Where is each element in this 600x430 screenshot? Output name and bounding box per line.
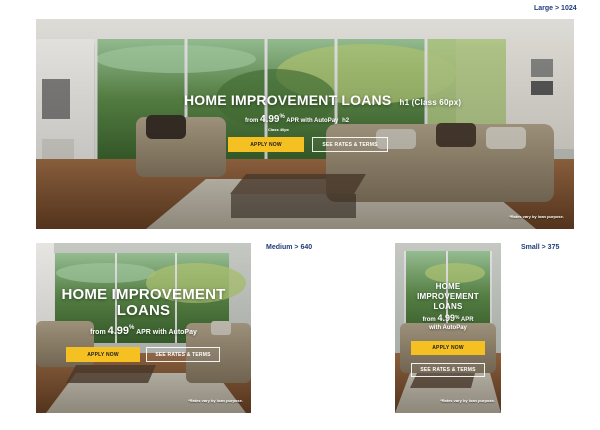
rate-suffix: APR with AutoPay	[286, 118, 339, 124]
class-note: Class 40px	[268, 127, 289, 132]
see-rates-button[interactable]: SEE RATES & TERMS	[411, 363, 485, 377]
apply-now-button[interactable]: APPLY NOW	[411, 341, 485, 355]
rate-prefix: from	[422, 317, 436, 323]
hero-large: HOME IMPROVEMENT LOANS h1 (Class 60px) f…	[36, 19, 574, 229]
apply-now-button[interactable]: APPLY NOW	[66, 347, 140, 362]
breakpoint-label-large: Large > 1024	[534, 5, 577, 12]
rate-suffix: APR with AutoPay	[136, 329, 197, 336]
hero-title-small-line2: IMPROVEMENT	[417, 292, 479, 301]
hero-title-small-line1: HOME	[435, 282, 461, 291]
h1-note: h1 (Class 60px)	[399, 98, 462, 107]
rate-percent: %	[129, 325, 135, 331]
hero-title-large: HOME IMPROVEMENT LOANS	[184, 92, 392, 108]
hero-title-medium-line2: LOANS	[116, 302, 171, 319]
breakpoint-label-small: Small > 375	[521, 244, 559, 251]
rate-line-small: from 4.99% APR with AutoPay	[422, 313, 474, 332]
rate-line-large: from 4.99% APR with AutoPay h2	[245, 114, 349, 125]
see-rates-button[interactable]: SEE RATES & TERMS	[312, 137, 388, 152]
hero-title-small-line3: LOANS	[433, 302, 463, 311]
rate-percent: %	[454, 315, 460, 321]
hero-medium: HOME IMPROVEMENT LOANS from 4.99% APR wi…	[36, 243, 251, 413]
footnote: *Rates vary by loan purpose.	[440, 398, 495, 403]
rate-value: 4.99	[107, 325, 130, 337]
rate-value: 4.99	[437, 313, 455, 323]
breakpoint-rule-large: > 1024	[555, 5, 577, 12]
apply-now-button[interactable]: APPLY NOW	[228, 137, 304, 152]
breakpoint-name-small: Small	[521, 244, 540, 251]
rate-value: 4.99	[260, 114, 280, 125]
breakpoint-name-medium: Medium	[266, 244, 293, 251]
rate-line-medium: from 4.99% APR with AutoPay	[36, 325, 251, 337]
rate-prefix: from	[245, 118, 259, 124]
rate-prefix: from	[90, 329, 106, 336]
hero-small: HOME IMPROVEMENT LOANS from 4.99% APR wi…	[395, 243, 501, 413]
hero-title-medium-line1: HOME IMPROVEMENT	[61, 286, 226, 303]
breakpoint-label-medium: Medium > 640	[266, 244, 312, 251]
footnote: *Rates vary by loan purpose.	[509, 214, 564, 219]
h2-note: h2	[342, 118, 350, 124]
footnote: *Rates vary by loan purpose.	[188, 398, 243, 403]
breakpoint-rule-medium: > 640	[294, 244, 313, 251]
breakpoint-rule-small: > 375	[541, 244, 560, 251]
breakpoint-name-large: Large	[534, 5, 554, 12]
rate-percent: %	[279, 114, 285, 120]
see-rates-button[interactable]: SEE RATES & TERMS	[146, 347, 220, 362]
